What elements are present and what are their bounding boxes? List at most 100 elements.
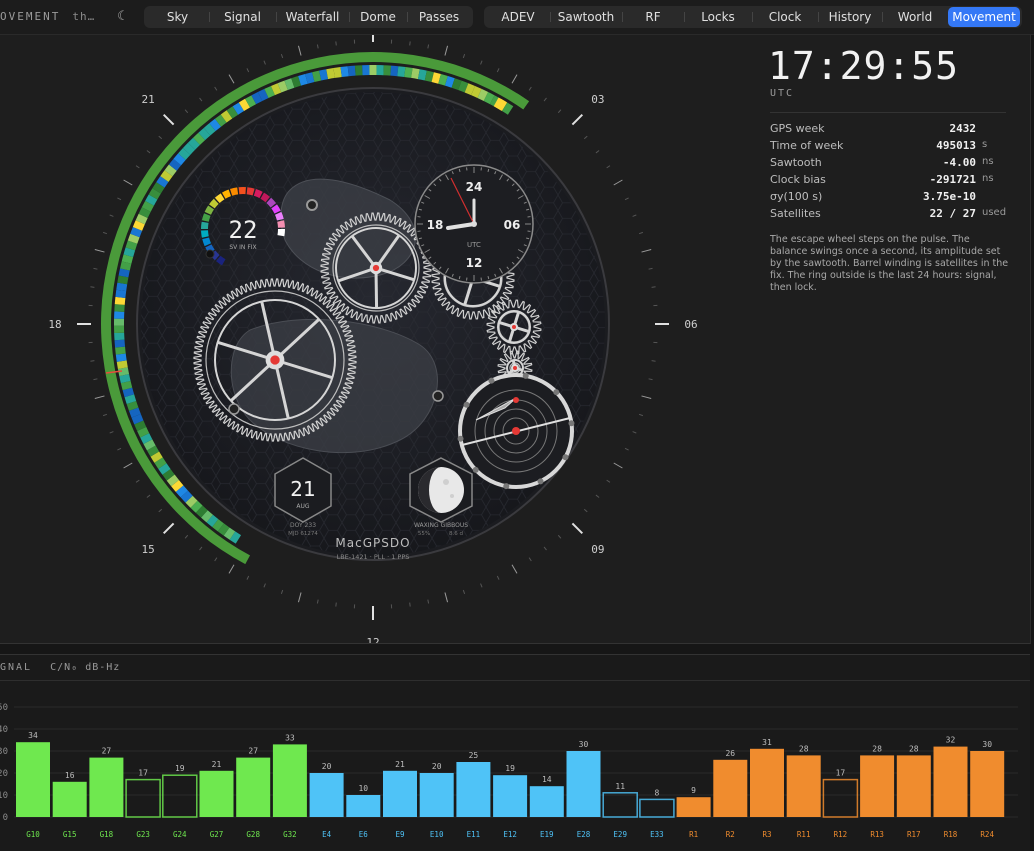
signal-subtitle: C/N₀ dB-Hz [50,662,120,673]
balance-screw [473,467,479,473]
bar-category-label: G23 [136,830,150,839]
dial-tick [336,603,337,607]
bar-R3[interactable] [750,749,784,817]
y-tick-label: 10 [0,791,8,801]
bar-category-label: G24 [173,830,187,839]
bar-E11[interactable] [456,762,490,817]
dial-tick [497,576,499,580]
dial-tick [428,44,429,48]
bar-category-label: R3 [762,830,771,839]
tab-rf[interactable]: RF [622,7,684,27]
bar-value-label: 9 [691,786,696,795]
bar-value-label: 28 [872,744,882,753]
bar-G28[interactable] [236,758,270,817]
bar-category-label: G15 [63,830,77,839]
hour-label-03: 03 [591,93,604,106]
bar-G15[interactable] [53,782,87,817]
signal-segment [115,340,126,348]
bar-E12[interactable] [493,775,527,817]
tab-movement[interactable]: Movement [948,7,1020,27]
stat-value: 2432 [950,122,977,135]
bar-category-label: E6 [359,830,369,839]
sv-count: 22 [229,216,258,244]
bar-G32[interactable] [273,744,307,817]
bar-G10[interactable] [16,742,50,817]
bar-category-label: R11 [797,830,811,839]
bar-G23[interactable] [126,780,160,817]
dial-tick [124,463,133,468]
balance-screw [523,373,529,379]
tab-dome[interactable]: Dome [349,7,407,27]
signal-segment [397,66,405,77]
bar-G27[interactable] [200,771,234,817]
bar-E10[interactable] [420,773,454,817]
bar-E33[interactable] [640,799,674,817]
signal-segment [114,304,124,312]
tab-waterfall[interactable]: Waterfall [276,7,349,27]
bar-E6[interactable] [346,795,380,817]
y-tick-label: 50 [0,703,8,713]
dial-tick [215,558,217,561]
hour-label-15: 15 [142,543,155,556]
date-doy: DOY 233 [290,522,316,529]
bar-category-label: E10 [430,830,444,839]
dial-tick [445,46,448,56]
bar-R17[interactable] [897,755,931,817]
dial-tick [463,590,464,594]
dial-tick [639,232,643,233]
tab-adev[interactable]: ADEV [486,7,550,27]
bar-value-label: 30 [982,740,992,749]
stat-row: Satellites22 / 27used [770,207,1010,224]
tab-signal[interactable]: Signal [209,7,276,27]
signal-segment [362,65,369,75]
bar-R1[interactable] [677,797,711,817]
dial-tick [649,379,653,380]
dial-tick [200,98,202,101]
dial-tick [185,535,188,538]
bar-value-label: 8 [654,788,659,797]
dial-tick [410,41,411,45]
dial-tick [229,565,234,574]
tab-locks[interactable]: Locks [684,7,752,27]
dial-tick [544,547,546,550]
dial-tick [159,136,162,139]
bar-G24[interactable] [163,775,197,817]
bar-E9[interactable] [383,771,417,817]
bar-R13[interactable] [860,755,894,817]
signal-segment [383,65,391,75]
tab-world[interactable]: World [882,7,948,27]
dial-tick [117,448,121,450]
dial-tick [445,593,448,603]
sv-gauge-segment [239,187,246,194]
bar-category-label: E4 [322,830,332,839]
movement-description: The escape wheel steps on the pulse. The… [770,234,1010,294]
bar-value-label: 31 [762,738,772,747]
bar-R18[interactable] [934,747,968,817]
bar-E19[interactable] [530,786,564,817]
bar-R11[interactable] [787,755,821,817]
bar-category-label: R1 [689,830,698,839]
bar-category-label: E33 [650,830,664,839]
signal-segment [115,290,126,298]
tab-passes[interactable]: Passes [407,7,471,27]
dial-tick [544,98,546,101]
moon-icon[interactable]: ☾ [114,8,132,26]
bar-R24[interactable] [970,751,1004,817]
bar-value-label: 28 [909,744,919,753]
moon-age: 8.6 d [449,531,463,537]
bar-G18[interactable] [89,758,123,817]
bar-R12[interactable] [823,780,857,817]
dial-tick [317,600,318,604]
bar-E28[interactable] [567,751,601,817]
tab-clock[interactable]: Clock [752,7,818,27]
bar-E29[interactable] [603,793,637,817]
tab-sawtooth[interactable]: Sawtooth [550,7,622,27]
bar-category-label: E28 [577,830,591,839]
signal-segment [376,65,383,75]
dial-tick [159,509,162,512]
tab-sky[interactable]: Sky [146,7,209,27]
sv-gauge-segment [277,229,285,236]
bar-R2[interactable] [713,760,747,817]
bar-E4[interactable] [310,773,344,817]
tab-history[interactable]: History [818,7,882,27]
